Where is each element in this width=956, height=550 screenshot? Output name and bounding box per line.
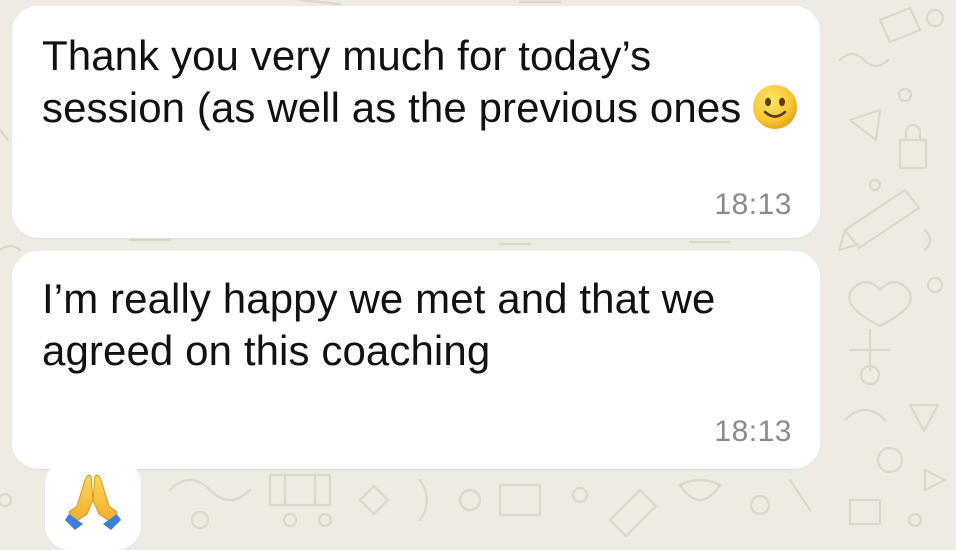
- slightly-smiling-face-icon: [751, 83, 799, 143]
- message-timestamp: 18:13: [714, 415, 792, 448]
- message-bubble-3[interactable]: [45, 460, 141, 550]
- message-bubble-1[interactable]: Thank you very much for today’s session …: [12, 6, 820, 238]
- message-timestamp: 18:13: [714, 188, 792, 221]
- folded-hands-icon: [65, 470, 121, 537]
- message-bubble-2[interactable]: I’m really happy we met and that we agre…: [12, 251, 820, 469]
- message-text: Thank you very much for today’s session …: [42, 30, 802, 143]
- message-text: I’m really happy we met and that we agre…: [42, 275, 716, 374]
